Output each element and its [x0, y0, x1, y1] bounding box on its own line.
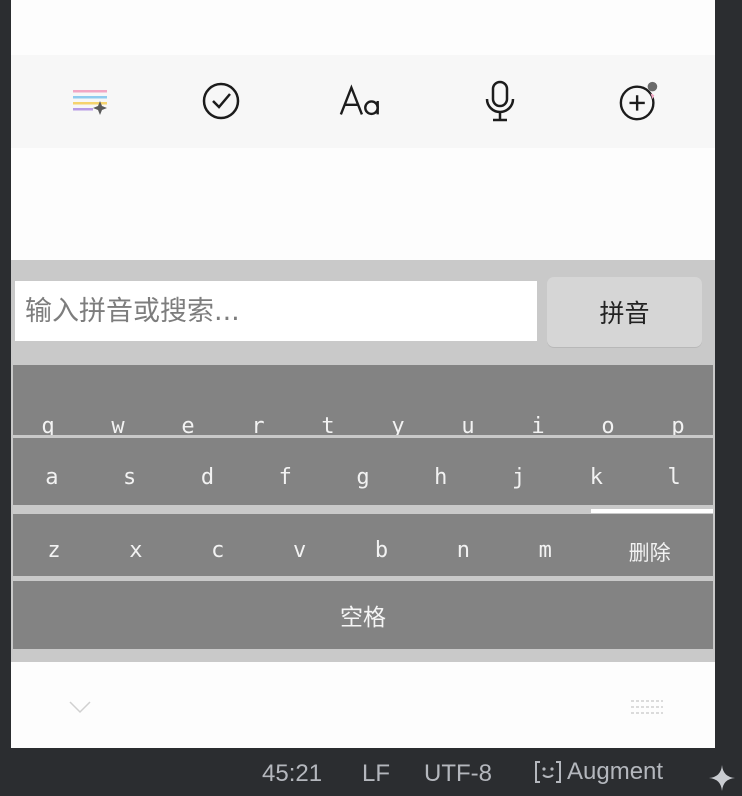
key-x[interactable]: x: [95, 514, 177, 576]
key-l[interactable]: l: [635, 438, 713, 505]
key-o[interactable]: o: [573, 365, 643, 436]
line-ending[interactable]: LF: [362, 762, 390, 786]
key-k[interactable]: k: [557, 438, 635, 505]
virtual-keyboard: 拼音 q w e r t y u i o p a s d f g h j k l…: [11, 260, 715, 662]
key-z[interactable]: z: [13, 514, 95, 576]
key-u[interactable]: u: [433, 365, 503, 436]
phone-screen: 拼音 q w e r t y u i o p a s d f g h j k l…: [11, 0, 715, 748]
chevron-down-icon[interactable]: [67, 698, 93, 716]
editor-scroll-strip: [715, 0, 742, 748]
key-n[interactable]: n: [422, 514, 504, 576]
key-i[interactable]: i: [503, 365, 573, 436]
key-q[interactable]: q: [13, 365, 83, 436]
delete-key[interactable]: 删除: [586, 514, 713, 576]
augment-status[interactable]: Augment: [533, 759, 663, 785]
keyboard-icon[interactable]: [629, 698, 665, 718]
key-v[interactable]: v: [259, 514, 341, 576]
key-m[interactable]: m: [504, 514, 586, 576]
key-f[interactable]: f: [246, 438, 324, 505]
space-key-label: 空格: [340, 605, 386, 631]
file-encoding[interactable]: UTF-8: [424, 762, 492, 786]
key-h[interactable]: h: [402, 438, 480, 505]
key-row-2: a s d f g h j k l: [13, 438, 713, 505]
space-key[interactable]: 空格: [13, 581, 713, 649]
cursor-position[interactable]: 45:21: [262, 762, 322, 786]
key-row-3: z x c v b n m 删除: [13, 514, 713, 576]
text-format-icon[interactable]: [338, 79, 382, 123]
key-p[interactable]: p: [643, 365, 713, 436]
input-toolbar: [11, 55, 715, 148]
status-bar: 45:21 LF UTF-8 Augment: [0, 748, 742, 796]
key-d[interactable]: d: [169, 438, 247, 505]
menu-sparkle-icon[interactable]: [68, 79, 112, 123]
key-w[interactable]: w: [83, 365, 153, 436]
key-e[interactable]: e: [153, 365, 223, 436]
key-row-1: q w e r t y u i o p: [13, 365, 713, 435]
key-y[interactable]: y: [363, 365, 433, 436]
augment-icon: [535, 761, 561, 783]
key-j[interactable]: j: [480, 438, 558, 505]
key-c[interactable]: c: [177, 514, 259, 576]
key-a[interactable]: a: [13, 438, 91, 505]
pinyin-mode-button[interactable]: 拼音: [547, 277, 702, 347]
microphone-icon[interactable]: [478, 79, 522, 123]
key-r[interactable]: r: [223, 365, 293, 436]
key-b[interactable]: b: [341, 514, 423, 576]
key-t[interactable]: t: [293, 365, 363, 436]
key-s[interactable]: s: [91, 438, 169, 505]
key-g[interactable]: g: [324, 438, 402, 505]
augment-label: Augment: [567, 758, 664, 785]
pinyin-search-input[interactable]: [15, 281, 537, 341]
row-divider: [591, 509, 713, 513]
add-circle-icon[interactable]: [618, 79, 662, 123]
check-circle-icon[interactable]: [199, 79, 243, 123]
sparkle-icon[interactable]: [708, 764, 736, 792]
